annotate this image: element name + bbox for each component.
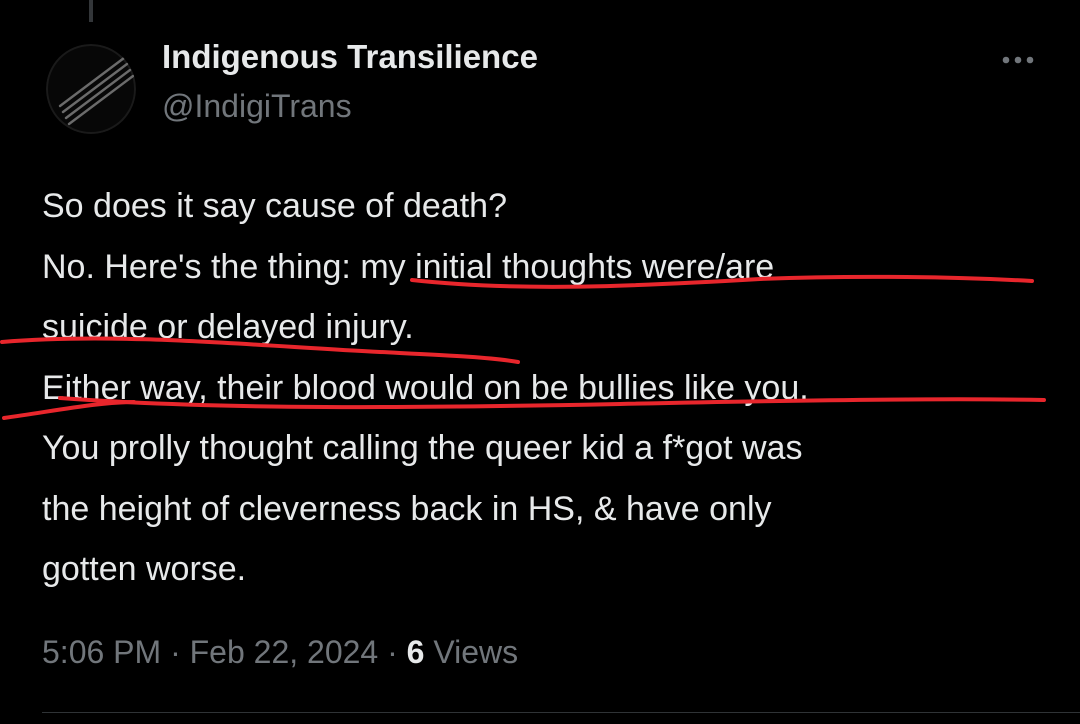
tweet-time[interactable]: 5:06 PM — [42, 634, 161, 670]
more-options-button[interactable] — [996, 42, 1044, 78]
avatar[interactable] — [46, 44, 136, 134]
tweet-date[interactable]: Feb 22, 2024 — [190, 634, 379, 670]
tweet-text-line: You prolly thought calling the queer kid… — [42, 429, 803, 467]
tweet-text-line: the height of cleverness back in HS, & h… — [42, 489, 772, 528]
tweet-text-line: Either way, their blood would on be bull… — [42, 368, 809, 407]
ellipsis-icon — [1002, 56, 1034, 64]
author-display-name[interactable]: Indigenous Transilience — [162, 38, 538, 76]
views-count: 6 — [406, 634, 425, 670]
striped-logo-icon — [46, 44, 136, 134]
meta-separator: · — [387, 634, 398, 670]
tweet-text-line: So does it say cause of death? — [42, 187, 507, 225]
tweet-metadata: 5:06 PM · Feb 22, 2024 · 6 Views — [42, 634, 518, 671]
tweet-text: So does it say cause of death? No. Here'… — [42, 176, 1052, 600]
thread-connector-line — [89, 0, 93, 22]
tweet-text-line: No. Here's the thing: my initial thought… — [42, 247, 775, 286]
tweet-text-line: gotten worse. — [42, 550, 247, 588]
meta-separator: · — [170, 634, 181, 670]
views-label: Views — [433, 634, 519, 670]
author-handle[interactable]: @IndigiTrans — [162, 88, 352, 125]
divider — [42, 712, 1080, 713]
tweet-text-line: suicide or delayed injury. — [42, 308, 414, 346]
